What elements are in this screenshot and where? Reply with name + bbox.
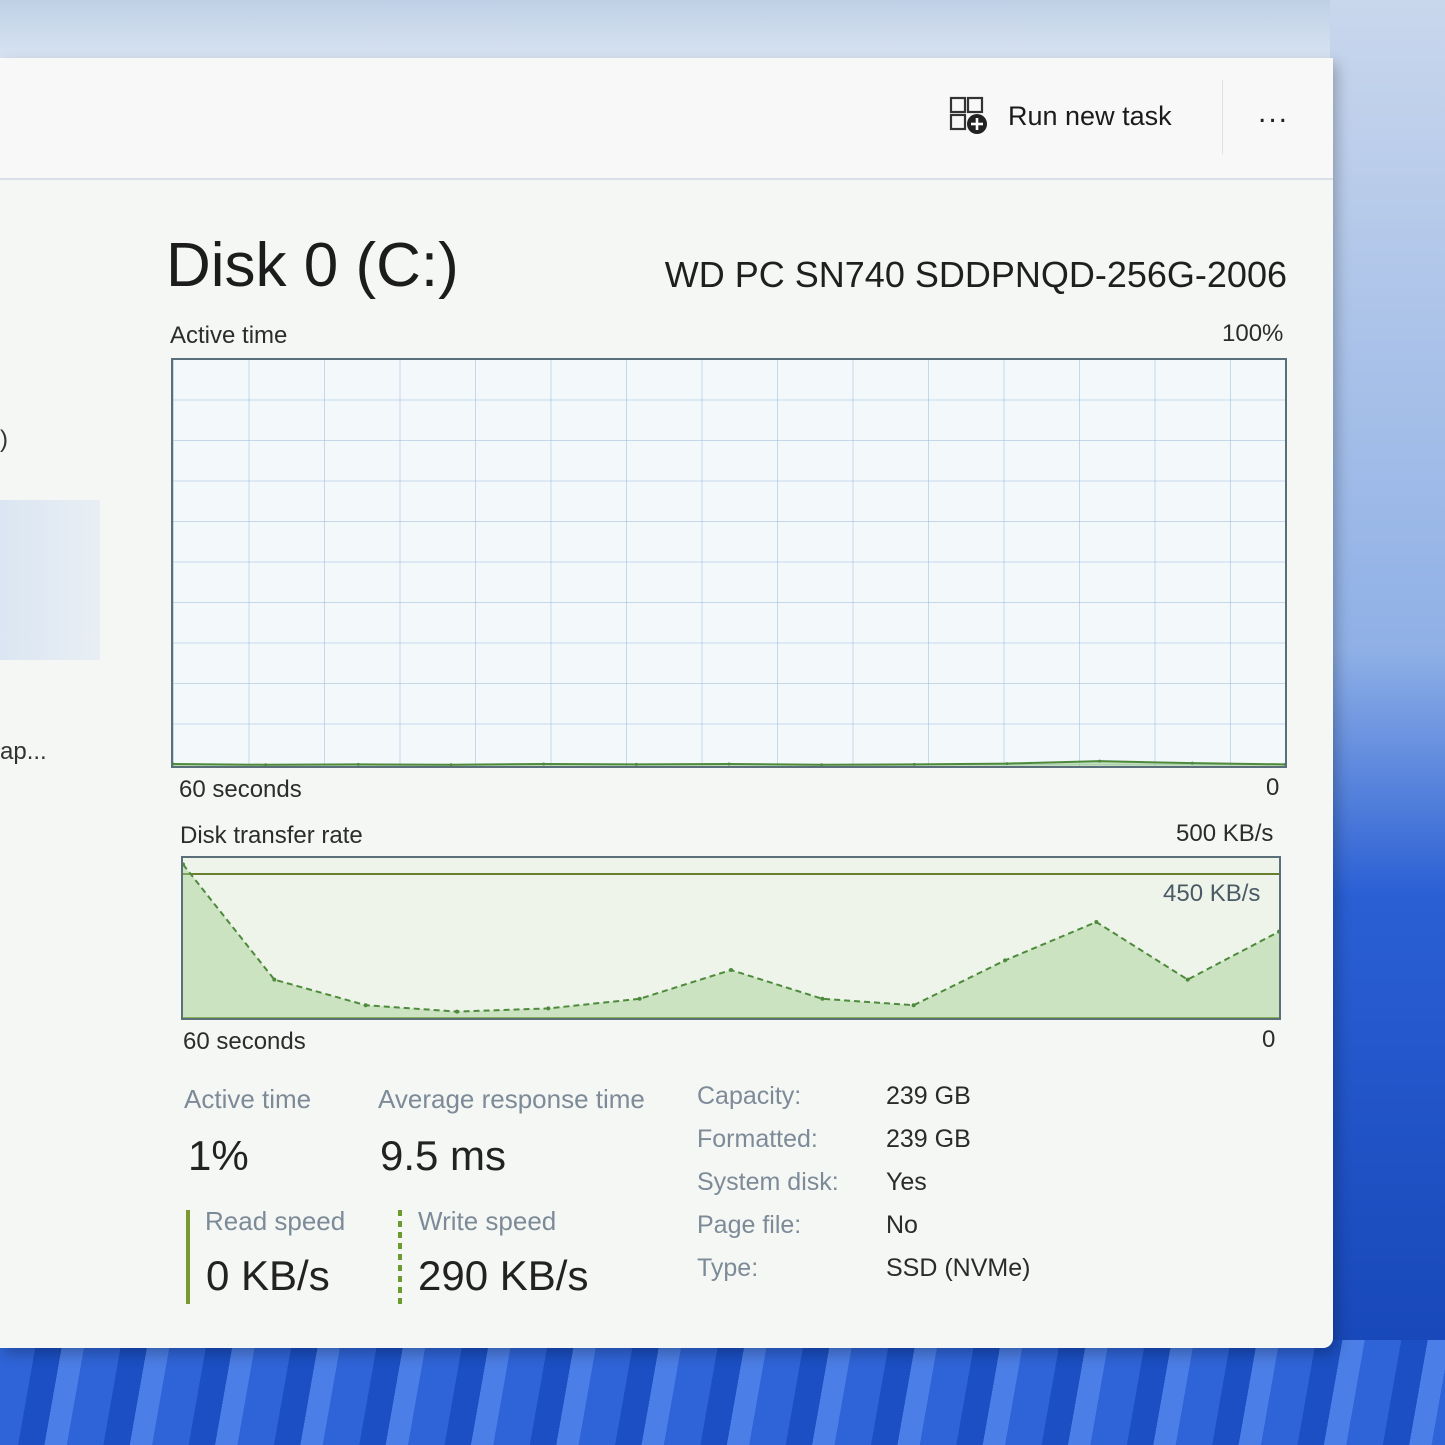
active-time-point (912, 762, 916, 766)
active-time-max-label: 100% (1222, 320, 1284, 347)
active-time-point (264, 763, 268, 766)
transfer-rate-duration-label: 60 seconds (183, 1028, 306, 1055)
write-speed-point (363, 1003, 368, 1008)
transfer-rate-line-label: 450 KB/s (1163, 880, 1261, 907)
toolbar: Run new task ... (0, 58, 1333, 180)
disk-model: WD PC SN740 SDDPNQD-256G-2006 (664, 254, 1287, 295)
system-disk-value: Yes (886, 1168, 927, 1196)
write-speed-point (637, 996, 642, 1001)
active-time-point (727, 762, 731, 766)
write-speed-point (1003, 958, 1007, 963)
capacity-key: Capacity: (697, 1082, 802, 1110)
write-speed-point (455, 1009, 459, 1014)
active-time-stat-label: Active time (184, 1084, 312, 1114)
sidebar-selected-item[interactable] (0, 500, 100, 660)
write-speed-point (1185, 977, 1190, 982)
active-time-graph (171, 358, 1287, 768)
sidebar-fragment-paren: ) (0, 426, 8, 453)
transfer-rate-graph: 450 KB/s (181, 856, 1281, 1020)
active-time-point (356, 762, 360, 766)
run-new-task-button[interactable]: Run new task (948, 94, 1172, 138)
write-speed-point (1094, 920, 1099, 924)
task-manager-window: Run new task ... ) ap... Disk 0 (C:) WD … (0, 58, 1333, 1348)
sidebar-fragment-text: ap... (0, 738, 47, 765)
avg-response-stat-label: Average response time (378, 1084, 645, 1114)
active-time-graph-label: Active time (170, 322, 288, 349)
write-speed-point (820, 996, 825, 1001)
active-time-point (1098, 759, 1102, 763)
page-title: Disk 0 (C:) (166, 231, 459, 300)
transfer-rate-min-label: 0 (1262, 1026, 1276, 1053)
write-speed-label: Write speed (418, 1206, 557, 1236)
type-key: Type: (697, 1254, 759, 1282)
write-speed-value: 290 KB/s (418, 1252, 589, 1299)
title-strip (0, 0, 1445, 58)
active-time-point (820, 763, 824, 766)
system-disk-key: System disk: (697, 1168, 839, 1196)
toolbar-separator (1222, 80, 1223, 154)
more-options-icon[interactable]: ... (1258, 96, 1289, 130)
write-speed-point (546, 1006, 551, 1011)
active-time-min-label: 0 (1266, 774, 1280, 801)
avg-response-stat-value: 9.5 ms (380, 1132, 507, 1179)
desktop-wallpaper (1330, 0, 1445, 1445)
write-speed-point (911, 1003, 916, 1008)
transfer-rate-graph-label: Disk transfer rate (180, 822, 363, 849)
active-time-point (634, 762, 638, 766)
read-speed-legend-bar (186, 1210, 190, 1304)
capacity-value: 239 GB (886, 1082, 971, 1110)
page-file-key: Page file: (697, 1211, 802, 1239)
write-speed-point (729, 968, 733, 972)
active-time-point (1005, 762, 1009, 766)
formatted-value: 239 GB (886, 1125, 971, 1153)
write-speed-area (183, 864, 1279, 1018)
transfer-rate-max-label: 500 KB/s (1176, 820, 1274, 847)
page-file-value: No (886, 1211, 918, 1239)
active-time-point (1190, 761, 1194, 765)
formatted-key: Formatted: (697, 1125, 818, 1153)
active-time-duration-label: 60 seconds (179, 776, 302, 803)
read-speed-value: 0 KB/s (206, 1252, 330, 1299)
active-time-point (449, 763, 453, 766)
transfer-rate-chart (183, 862, 1279, 1018)
read-speed-label: Read speed (205, 1206, 346, 1236)
run-new-task-icon (949, 96, 987, 134)
run-new-task-label: Run new task (1008, 100, 1172, 131)
desktop-wallpaper-bottom (0, 1340, 1445, 1445)
write-speed-point (272, 977, 277, 982)
active-time-point (542, 762, 546, 766)
active-time-stat-value: 1% (188, 1132, 249, 1179)
type-value: SSD (NVMe) (886, 1254, 1031, 1282)
write-speed-legend-bar (398, 1210, 402, 1304)
active-time-chart (173, 759, 1285, 766)
